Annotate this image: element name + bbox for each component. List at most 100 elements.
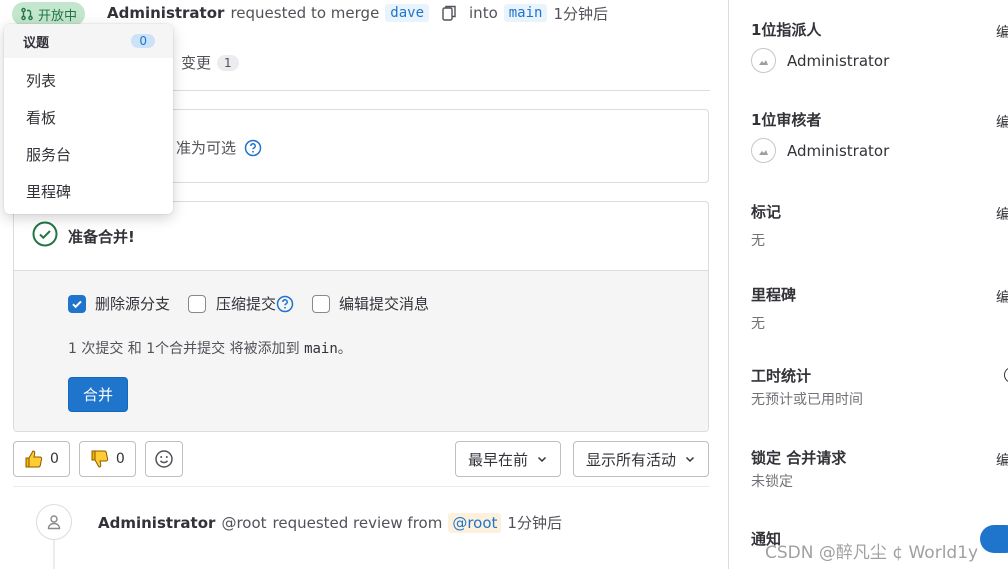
requested-text: requested to merge	[230, 4, 380, 22]
reviewer-user[interactable]: Administrator	[751, 138, 889, 163]
merge-ready-title: 准备合并!	[68, 227, 135, 246]
chevron-down-icon	[685, 456, 695, 463]
question-icon[interactable]	[244, 139, 262, 157]
timeline-note: Administrator @root requested review fro…	[98, 512, 562, 533]
labels-title: 标记	[751, 203, 782, 221]
time-tracking-title: 工时统计	[751, 367, 812, 385]
into-text: into	[469, 4, 498, 22]
reviewer-name: Administrator	[787, 141, 890, 160]
issues-menu-title: 议题	[23, 35, 50, 51]
note-text: requested review from	[272, 513, 443, 532]
note-mention[interactable]: @root	[448, 512, 502, 533]
question-icon[interactable]	[276, 295, 294, 313]
notifications-toggle[interactable]	[980, 525, 1008, 553]
right-sidebar: 1位指派人 Administrator 编辑 1位审核者 Administrat…	[729, 0, 1008, 569]
tab-changes[interactable]: 变更 1	[181, 52, 239, 73]
commit-info-prefix: 1 次提交 和 1个合并提交 将被添加到	[68, 341, 305, 357]
merge-request-icon	[21, 7, 33, 21]
issues-flyout-menu: 议题 0 列表 看板 服务台 里程碑	[4, 24, 173, 214]
smiley-icon	[155, 450, 173, 468]
milestone-value: 无	[751, 316, 765, 332]
commit-info-branch: main	[304, 341, 338, 357]
time-tracking-section: 工时统计 无预计或已用时间	[751, 365, 863, 409]
target-branch[interactable]: main	[503, 4, 548, 22]
avatar	[751, 48, 776, 73]
labels-edit-link[interactable]: 编辑	[996, 204, 1008, 224]
mr-author[interactable]: Administrator	[107, 4, 224, 22]
filter-dropdown-label: 显示所有活动	[585, 450, 676, 469]
option-label: 压缩提交	[216, 295, 277, 313]
system-note-icon	[36, 504, 72, 540]
status-badge: 开放中	[12, 2, 86, 26]
thumbs-up-icon	[25, 450, 43, 468]
merge-options: 删除源分支 压缩提交 编辑提交消息	[68, 293, 447, 314]
menu-item-list[interactable]: 列表	[4, 62, 173, 99]
thumbs-up-count: 0	[50, 451, 59, 467]
add-reaction-button[interactable]	[144, 441, 183, 477]
source-branch[interactable]: dave	[385, 4, 430, 22]
tab-changes-label: 变更	[181, 54, 212, 72]
chevron-down-icon	[537, 456, 547, 463]
squash-checkbox[interactable]	[188, 294, 207, 313]
edit-message-checkbox[interactable]	[312, 294, 331, 313]
issues-menu-header[interactable]: 议题 0	[4, 24, 173, 58]
thumbs-down-count: 0	[115, 451, 125, 467]
award-emoji-bar: 0 0	[13, 441, 183, 477]
mr-header: Administrator requested to merge dave in…	[107, 2, 608, 24]
assignee-user[interactable]: Administrator	[751, 48, 889, 73]
clock-icon[interactable]	[1004, 367, 1008, 383]
merge-widget: 准备合并! 删除源分支 压缩提交 编辑提交消息 1 次提交 和 1个合并提交 将…	[13, 201, 709, 432]
note-handle[interactable]: @root	[221, 514, 266, 532]
reviewer-section: 1位审核者 Administrator	[751, 109, 889, 163]
changes-count-badge: 1	[217, 54, 239, 71]
menu-item-boards[interactable]: 看板	[4, 99, 173, 136]
header-time: 1分钟后	[553, 4, 609, 23]
approval-text: 准为可选	[176, 139, 237, 157]
assignee-edit-link[interactable]: 编辑	[996, 22, 1008, 42]
time-tracking-value: 无预计或已用时间	[751, 392, 863, 408]
divider	[13, 486, 710, 487]
thumbs-down-icon	[91, 450, 109, 468]
sort-dropdown[interactable]: 最早在前	[454, 441, 561, 477]
option-squash-commits[interactable]: 压缩提交	[188, 293, 294, 314]
option-edit-commit-message[interactable]: 编辑提交消息	[312, 293, 429, 314]
check-circle-icon	[32, 221, 58, 251]
note-author[interactable]: Administrator	[98, 514, 215, 532]
assignee-section: 1位指派人 Administrator	[751, 19, 889, 73]
labels-value: 无	[751, 233, 765, 249]
lock-edit-link[interactable]: 编辑	[996, 450, 1008, 470]
filter-dropdown[interactable]: 显示所有活动	[572, 441, 709, 477]
option-label: 编辑提交消息	[339, 295, 430, 313]
assignee-name: Administrator	[787, 51, 890, 70]
milestone-edit-link[interactable]: 编辑	[996, 287, 1008, 307]
copy-icon[interactable]	[441, 4, 457, 22]
approval-text-wrap: 准为可选	[176, 137, 262, 158]
activity-controls: 最早在前 显示所有活动	[454, 441, 709, 477]
labels-section: 标记 无	[751, 201, 781, 250]
merge-button[interactable]: 合并	[68, 377, 128, 412]
note-time: 1分钟后	[507, 514, 562, 532]
lock-section: 锁定 合并请求 未锁定	[751, 447, 846, 491]
option-label: 删除源分支	[95, 295, 171, 313]
main-content: 开放中 Administrator requested to merge dav…	[0, 0, 728, 569]
reviewer-edit-link[interactable]: 编辑	[996, 112, 1008, 132]
lock-title: 锁定 合并请求	[751, 449, 847, 467]
delete-source-checkbox[interactable]	[68, 294, 86, 313]
lock-value: 未锁定	[751, 474, 793, 490]
milestone-title: 里程碑	[751, 286, 797, 304]
sort-dropdown-label: 最早在前	[467, 450, 528, 469]
menu-item-service-desk[interactable]: 服务台	[4, 136, 173, 173]
option-delete-source-branch[interactable]: 删除源分支	[68, 293, 170, 314]
thumbs-down-button[interactable]: 0	[78, 441, 136, 477]
commit-info: 1 次提交 和 1个合并提交 将被添加到 main。	[68, 338, 352, 358]
thumbs-up-button[interactable]: 0	[13, 441, 70, 477]
avatar	[751, 138, 776, 163]
status-label: 开放中	[38, 8, 78, 24]
milestone-section: 里程碑 无	[751, 284, 796, 333]
menu-item-milestones[interactable]: 里程碑	[4, 173, 173, 210]
commit-info-suffix: 。	[337, 341, 352, 357]
reviewer-title: 1位审核者	[751, 111, 822, 129]
watermark: CSDN @醉凡尘 ¢ World1y	[765, 543, 979, 563]
timeline-connector	[53, 540, 55, 569]
assignee-title: 1位指派人	[751, 21, 822, 39]
